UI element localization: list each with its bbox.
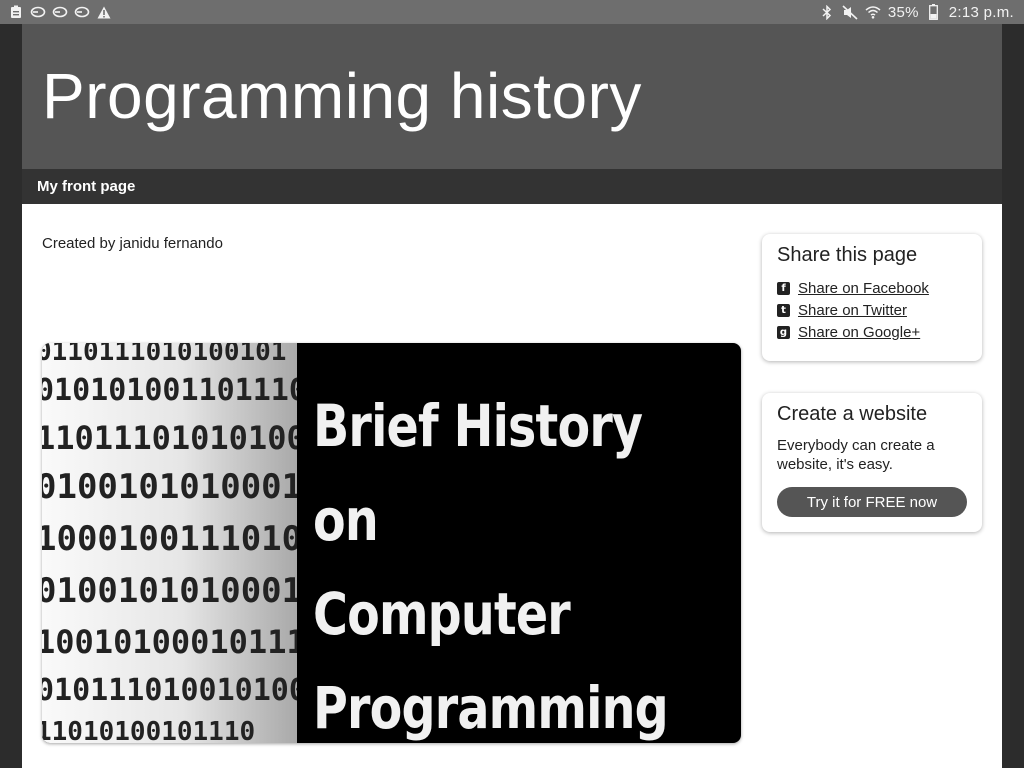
create-website-card: Create a website Everybody can create a … xyxy=(762,393,982,532)
main-nav: My front page xyxy=(22,169,1002,204)
bluetooth-icon xyxy=(819,4,835,20)
create-website-text: Everybody can create a website, it's eas… xyxy=(777,437,935,473)
sync-icon xyxy=(74,4,90,20)
battery-icon xyxy=(926,4,942,20)
hero-caption-line: Programming xyxy=(313,674,669,742)
sync-icon xyxy=(30,4,46,20)
status-bar: 35% 2:13 p.m. xyxy=(0,0,1024,24)
google-plus-icon: g xyxy=(777,325,790,339)
clipboard-icon xyxy=(8,4,24,20)
creator-text: Created by janidu fernando xyxy=(42,235,223,252)
create-website-title: Create a website xyxy=(777,403,928,425)
clock: 2:13 p.m. xyxy=(948,3,1014,21)
battery-percent: 35% xyxy=(887,3,919,21)
binary-pattern: 0110111010100101 01010100110111010 11011… xyxy=(42,343,297,743)
sync-icon xyxy=(52,4,68,20)
nav-item-front-page[interactable]: My front page xyxy=(22,178,135,195)
try-free-button[interactable]: Try it for FREE now xyxy=(777,487,967,517)
status-bar-notifications xyxy=(0,4,112,20)
share-card: Share this page f Share on Facebook t Sh… xyxy=(762,234,982,361)
hero-caption-line: Brief History on xyxy=(313,392,643,554)
main-content: Created by janidu fernando 0110111010100… xyxy=(22,204,1002,768)
warning-icon xyxy=(96,4,112,20)
share-link-label: Share on Facebook xyxy=(798,279,929,297)
site-title[interactable]: Programming history xyxy=(42,60,642,132)
site-header: Programming history xyxy=(22,24,1002,169)
wifi-icon xyxy=(865,4,881,20)
hero-caption: Brief History on Computer Programming xyxy=(313,379,669,743)
share-card-title: Share this page xyxy=(777,244,918,266)
mute-icon xyxy=(842,4,858,20)
share-link-label: Share on Twitter xyxy=(798,301,907,319)
twitter-icon: t xyxy=(777,303,790,317)
share-twitter-link[interactable]: t Share on Twitter xyxy=(777,299,967,321)
status-bar-system: 35% 2:13 p.m. xyxy=(819,4,1024,21)
hero-caption-line: Computer xyxy=(313,580,571,648)
share-google-plus-link[interactable]: g Share on Google+ xyxy=(777,321,967,343)
share-facebook-link[interactable]: f Share on Facebook xyxy=(777,277,967,299)
hero-image: 0110111010100101 01010100110111010 11011… xyxy=(42,343,741,743)
share-link-label: Share on Google+ xyxy=(798,323,921,341)
page: Programming history My front page Create… xyxy=(22,24,1002,768)
facebook-icon: f xyxy=(777,281,790,295)
